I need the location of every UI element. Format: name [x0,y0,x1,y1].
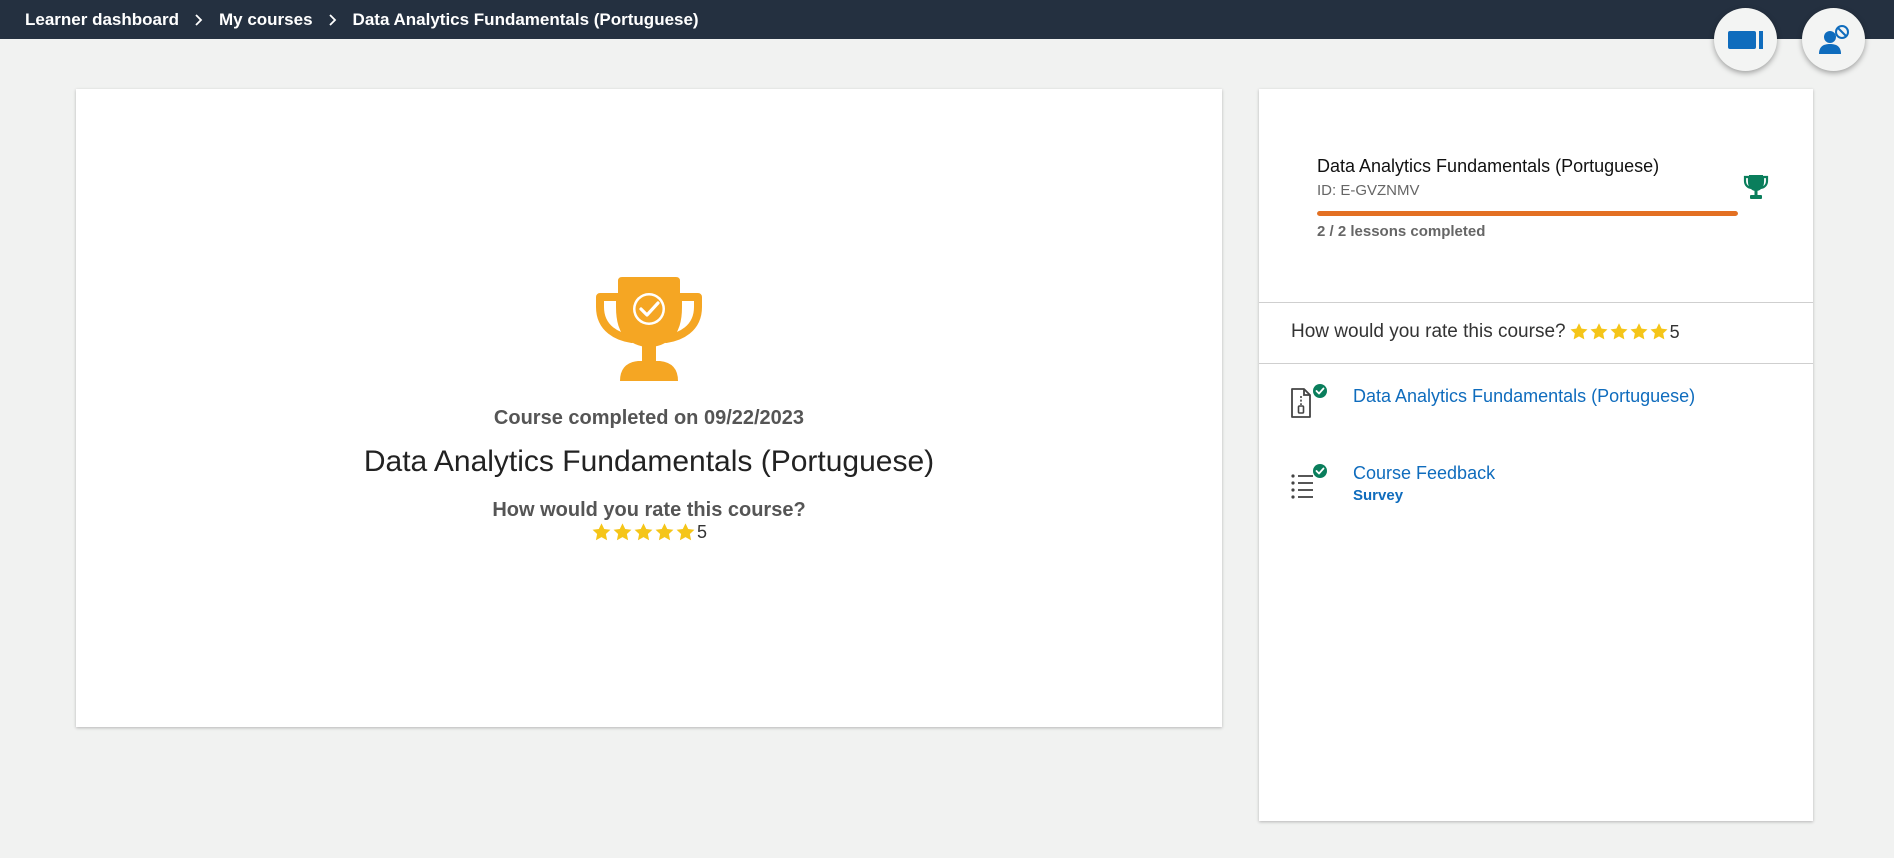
star-icon[interactable] [591,522,612,543]
star-icon[interactable] [654,522,675,543]
outline-item-type: Survey [1353,487,1404,504]
sidebar-rating-question: How would you rate this course? [1291,321,1566,342]
list-icon [1291,464,1327,499]
chevron-right-icon [179,0,219,39]
star-icon[interactable] [612,522,633,543]
user-status-button[interactable] [1802,8,1865,71]
outline-item-link[interactable]: Data Analytics Fundamentals (Portuguese) [1353,386,1695,407]
top-navigation-bar: Learner dashboard My courses Data Analyt… [0,0,1894,39]
star-icon[interactable] [675,522,696,543]
star-icon[interactable] [1629,322,1649,342]
star-icon[interactable] [1589,322,1609,342]
rating-question: How would you rate this course? [492,499,806,521]
course-title: Data Analytics Fundamentals (Portuguese) [363,445,935,478]
user-blocked-icon [1818,24,1849,54]
lessons-completed: 2 / 2 lessons completed [1317,223,1486,240]
trophy-icon [596,277,702,381]
divider [1259,363,1813,364]
completion-date: Course completed on 09/22/2023 [493,407,805,429]
sidebar-star-rating: How would you rate this course? 5 [1291,321,1680,343]
course-completion-card: Course completed on 09/22/2023 Data Anal… [76,89,1222,727]
divider [1259,302,1813,303]
course-summary: Data Analytics Fundamentals (Portuguese)… [1259,89,1813,302]
sidebar-course-title: Data Analytics Fundamentals (Portuguese) [1317,156,1660,176]
star-icon[interactable] [1649,322,1669,342]
star-icon[interactable] [1609,322,1629,342]
course-progress-bar [1317,211,1738,216]
zip-file-icon [1291,384,1327,418]
breadcrumb-learner-dashboard[interactable]: Learner dashboard [25,10,179,30]
chevron-right-icon [313,0,353,39]
sidebar-rating-value: 5 [1669,321,1680,342]
breadcrumb-current-course: Data Analytics Fundamentals (Portuguese) [352,9,699,29]
star-icon[interactable] [633,522,654,543]
video-button[interactable] [1714,8,1777,71]
course-id: ID: E-GVZNMV [1317,182,1420,199]
rating-value: 5 [696,522,707,542]
trophy-icon [1743,175,1769,199]
video-camera-icon [1727,30,1763,49]
outline-item-link[interactable]: Course Feedback [1353,463,1495,484]
progress-fill [1317,211,1738,216]
breadcrumb-my-courses[interactable]: My courses [219,10,313,30]
star-icon[interactable] [1569,322,1589,342]
star-rating: 5 [76,522,1222,543]
course-outline-panel: Data Analytics Fundamentals (Portuguese)… [1259,89,1813,821]
